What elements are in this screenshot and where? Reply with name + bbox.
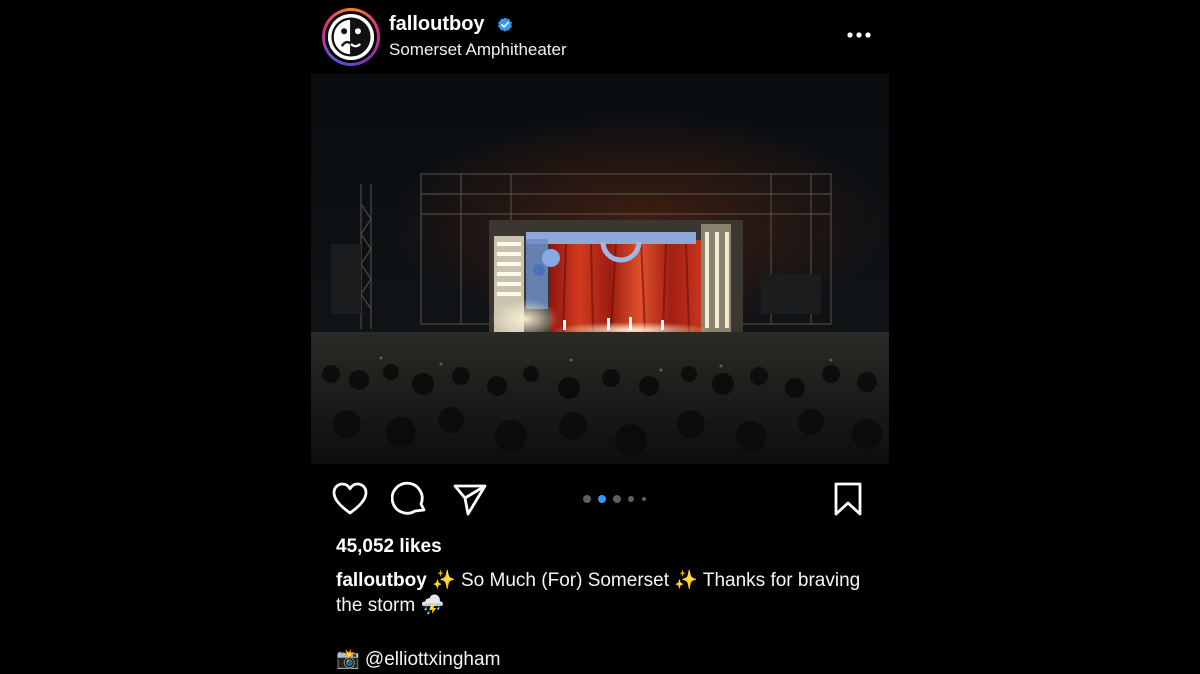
concert-stage-photo[interactable] (311, 74, 889, 464)
send-icon[interactable] (451, 480, 489, 518)
action-bar (311, 476, 889, 522)
post-header: falloutboy Somerset Amphitheater (311, 0, 889, 74)
carousel-dot (583, 495, 591, 503)
comment-icon[interactable] (391, 480, 429, 518)
caption-username[interactable]: falloutboy (336, 570, 427, 591)
heart-icon[interactable] (331, 480, 369, 518)
avatar[interactable] (322, 8, 380, 66)
carousel-dot (628, 496, 634, 502)
carousel-dot (642, 497, 646, 501)
fob-logo-icon (328, 14, 374, 60)
verified-badge-icon (498, 17, 512, 32)
likes-count[interactable]: 45,052 likes (336, 536, 442, 558)
post-caption: falloutboy ✨ So Much (For) Somerset ✨ Th… (336, 568, 876, 618)
photo-credit[interactable]: 📸 @elliottxingham (336, 647, 500, 671)
carousel-dot (613, 495, 621, 503)
post-location[interactable]: Somerset Amphitheater (389, 40, 567, 60)
ellipsis-icon[interactable] (845, 28, 873, 42)
sad-face-icon (328, 14, 374, 60)
instagram-post: falloutboy Somerset Amphitheater 45,052 … (311, 0, 889, 674)
carousel-dot-active (598, 495, 606, 503)
bookmark-icon[interactable] (829, 480, 867, 518)
carousel-indicator (583, 495, 653, 503)
post-username[interactable]: falloutboy (389, 13, 485, 36)
